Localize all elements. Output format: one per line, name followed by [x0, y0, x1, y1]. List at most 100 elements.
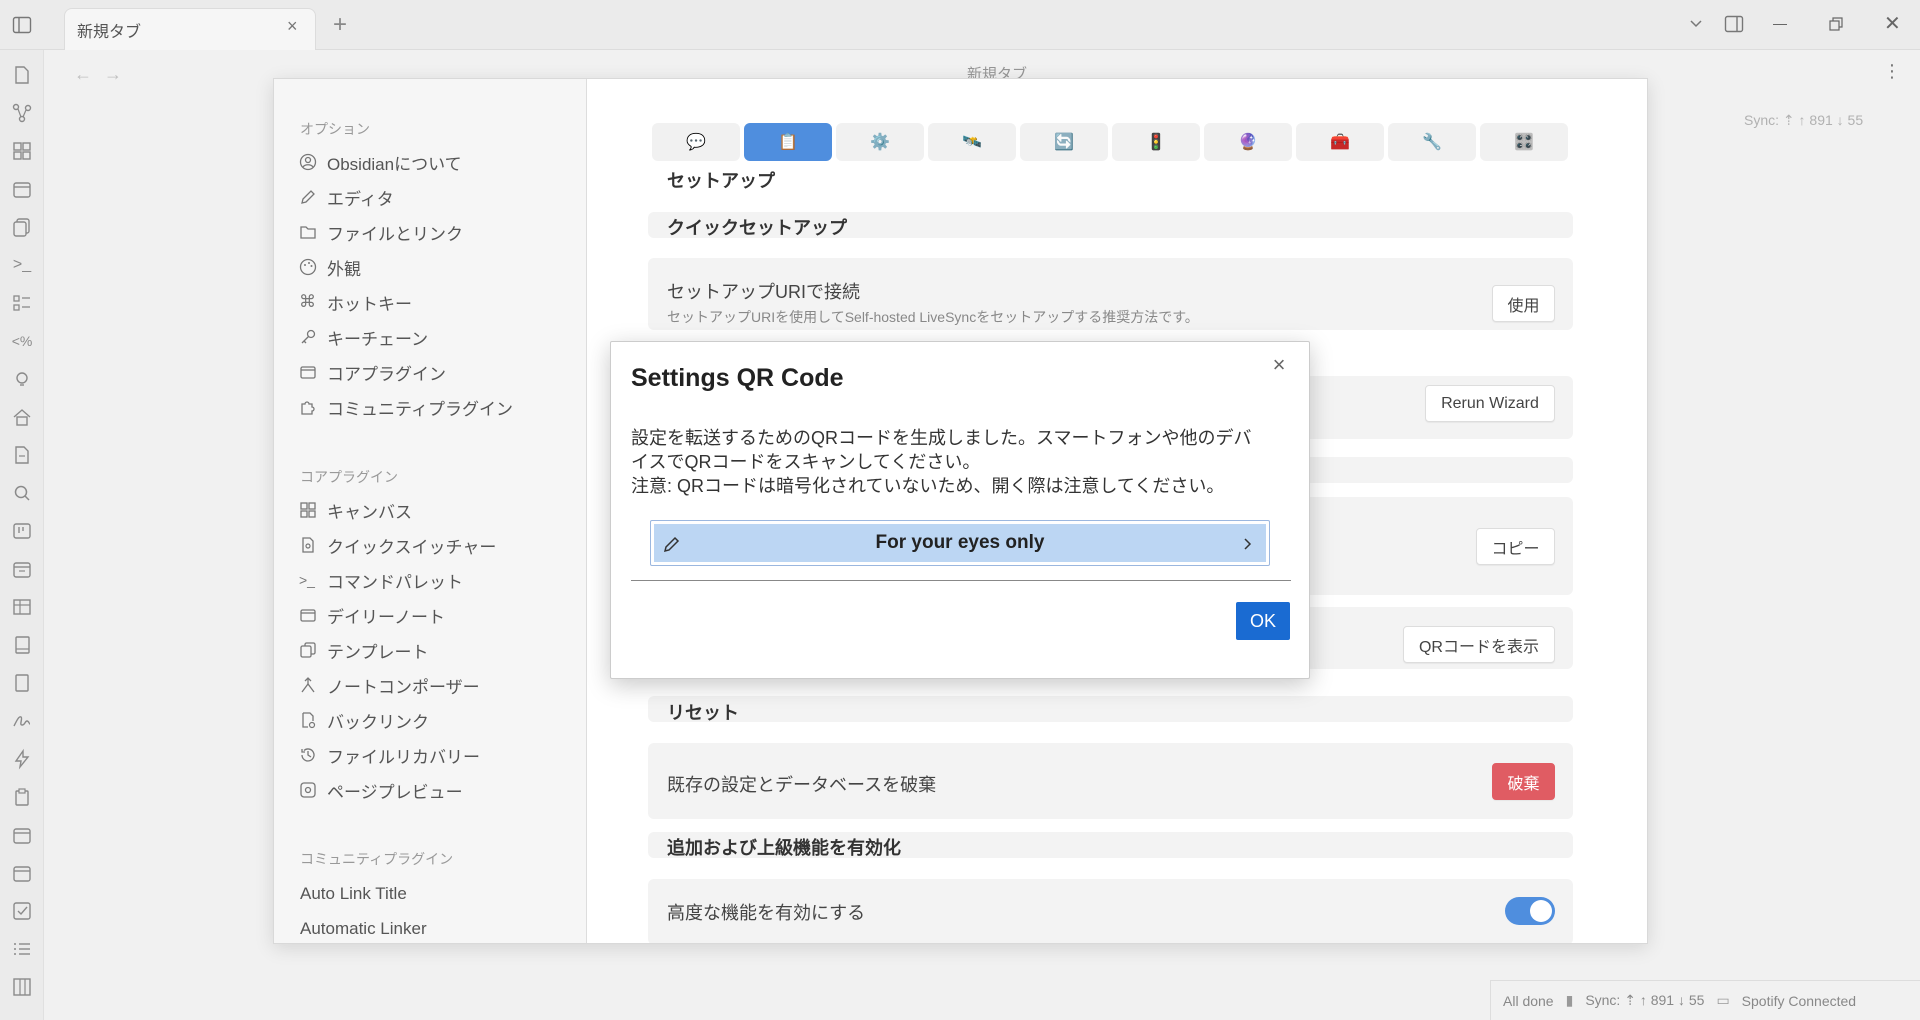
- setting-name-discard: 既存の設定とデータベースを破棄: [667, 775, 937, 795]
- tab-title: 新規タブ: [77, 24, 142, 41]
- merge-icon: [301, 677, 315, 693]
- templates-icon[interactable]: [11, 216, 33, 238]
- sidebar-toggle-icon[interactable]: [12, 15, 32, 35]
- nav-note-composer[interactable]: ノートコンポーザー: [299, 670, 569, 700]
- chevron-right-icon: [1244, 538, 1252, 550]
- section-header-core: コアプラグイン: [300, 469, 398, 485]
- bullet-list-icon[interactable]: [11, 938, 33, 960]
- copy-button[interactable]: コピー: [1476, 528, 1555, 565]
- home-icon[interactable]: [11, 406, 33, 428]
- tab-sync-icon[interactable]: 🔄: [1020, 123, 1108, 161]
- nav-label: 外観: [327, 259, 361, 279]
- discard-button[interactable]: 破棄: [1492, 763, 1555, 800]
- tab-selector-icon[interactable]: 🚦: [1112, 123, 1200, 161]
- tab-advanced-icon[interactable]: 🔧: [1388, 123, 1476, 161]
- calendar-icon[interactable]: [11, 178, 33, 200]
- tab-close-icon[interactable]: ×: [287, 17, 298, 35]
- nav-about[interactable]: Obsidianについて: [299, 147, 569, 177]
- chevron-down-icon[interactable]: [1687, 14, 1705, 32]
- nav-core-plugins[interactable]: コアプラグイン: [299, 357, 569, 387]
- advanced-toggle[interactable]: [1505, 897, 1555, 925]
- kanban-icon[interactable]: [11, 520, 33, 542]
- tab-general-icon[interactable]: ⚙️: [836, 123, 924, 161]
- nav-label: Obsidianについて: [327, 154, 462, 174]
- plugin-icon-tabs: 💬 📋 ⚙️ 🛰️ 🔄 🚦 🔮 🧰 🔧 🎛️: [652, 123, 1572, 163]
- nav-daily-notes[interactable]: デイリーノート: [299, 600, 569, 630]
- nav-label: キャンバス: [327, 502, 412, 522]
- nav-label: コマンドパレット: [327, 572, 463, 592]
- nav-label: キーチェーン: [327, 329, 429, 349]
- use-uri-button[interactable]: 使用: [1492, 285, 1555, 322]
- sync-status[interactable]: Sync: ⇡ ↑ 891 ↓ 55: [1585, 992, 1704, 1009]
- spotify-icon: ▭: [1716, 992, 1730, 1008]
- graph-view-icon[interactable]: [11, 102, 33, 124]
- book-icon[interactable]: [11, 634, 33, 656]
- nav-label: デイリーノート: [327, 607, 445, 627]
- nav-files-links[interactable]: ファイルとリンク: [299, 217, 569, 247]
- minimize-icon[interactable]: [1773, 24, 1787, 25]
- status-text: All done: [1503, 992, 1554, 1009]
- tab-messages-icon[interactable]: 💬: [652, 123, 740, 161]
- clipboard-icon[interactable]: [11, 786, 33, 808]
- ok-button[interactable]: OK: [1236, 602, 1290, 640]
- body-line-3: 注意: QRコードは暗号化されていないため、開く際は注意してください。: [631, 476, 1225, 496]
- lightbulb-icon[interactable]: [11, 368, 33, 390]
- qr-dialog: Settings QR Code × 設定を転送するためのQRコードを生成しまし…: [610, 341, 1310, 679]
- calendar-month-icon[interactable]: [11, 824, 33, 846]
- templater-icon[interactable]: <%: [11, 330, 33, 352]
- nav-canvas[interactable]: キャンバス: [299, 495, 569, 525]
- calendar-week-icon[interactable]: [11, 862, 33, 884]
- tab-hatch-icon[interactable]: 🧰: [1296, 123, 1384, 161]
- daily-calendar-icon[interactable]: [11, 558, 33, 580]
- new-tab-plus-icon[interactable]: +: [333, 13, 347, 37]
- nav-label: ページプレビュー: [327, 782, 463, 802]
- setup-title: セットアップ: [667, 171, 775, 191]
- file-search-icon: [302, 537, 314, 553]
- spotify-status[interactable]: Spotify Connected: [1742, 993, 1856, 1009]
- nav-label: バックリンク: [327, 712, 429, 732]
- new-note-icon[interactable]: [11, 64, 33, 86]
- search-icon[interactable]: [11, 482, 33, 504]
- nav-editor[interactable]: エディタ: [299, 182, 569, 212]
- tab-setup-icon[interactable]: 📋: [744, 123, 832, 161]
- canvas-icon[interactable]: [11, 140, 33, 162]
- document-icon[interactable]: [11, 444, 33, 466]
- nav-keychain[interactable]: キーチェーン: [299, 322, 569, 352]
- list-icon[interactable]: [11, 292, 33, 314]
- nav-appearance[interactable]: 外観: [299, 252, 569, 282]
- nav-community-plugins[interactable]: コミュニティプラグイン: [299, 392, 569, 422]
- columns-icon[interactable]: [11, 976, 33, 998]
- nav-backlinks[interactable]: バックリンク: [299, 705, 569, 735]
- nav-file-recovery[interactable]: ファイルリカバリー: [299, 740, 569, 770]
- key-icon: [301, 329, 316, 344]
- right-sidebar-toggle-icon[interactable]: [1724, 14, 1744, 34]
- signature-icon[interactable]: [11, 710, 33, 732]
- nav-hotkeys[interactable]: ⌘ ホットキー: [299, 287, 569, 317]
- tab-patches-icon[interactable]: 🎛️: [1480, 123, 1568, 161]
- checkbox-icon[interactable]: [11, 900, 33, 922]
- tab-customization-icon[interactable]: 🔮: [1204, 123, 1292, 161]
- nav-page-preview[interactable]: ページプレビュー: [299, 775, 569, 805]
- lightning-icon[interactable]: [11, 748, 33, 770]
- nav-label: エディタ: [327, 189, 394, 209]
- nav-templates[interactable]: テンプレート: [299, 635, 569, 665]
- show-qr-button[interactable]: QRコードを表示: [1403, 626, 1555, 663]
- nav-automatic-linker[interactable]: Automatic Linker: [300, 919, 427, 939]
- nav-quick-switcher[interactable]: クイックスイッチャー: [299, 530, 569, 560]
- copy-icon: [300, 642, 316, 658]
- pencil-icon: [301, 190, 315, 204]
- nav-auto-link-title[interactable]: Auto Link Title: [300, 884, 407, 904]
- restore-icon[interactable]: [1829, 17, 1843, 31]
- terminal-icon[interactable]: >_: [11, 254, 33, 276]
- backlink-icon: [302, 712, 316, 729]
- rerun-wizard-button[interactable]: Rerun Wizard: [1425, 385, 1555, 422]
- preview-icon: [300, 782, 316, 798]
- eyes-only-field[interactable]: For your eyes only: [650, 520, 1270, 566]
- nav-command-palette[interactable]: >_ コマンドパレット: [299, 565, 569, 595]
- tab-remote-icon[interactable]: 🛰️: [928, 123, 1016, 161]
- window-close-icon[interactable]: ✕: [1884, 14, 1901, 34]
- close-icon[interactable]: ×: [1268, 354, 1290, 376]
- nav-label: ノートコンポーザー: [327, 677, 480, 697]
- table-icon[interactable]: [11, 596, 33, 618]
- page-icon[interactable]: [11, 672, 33, 694]
